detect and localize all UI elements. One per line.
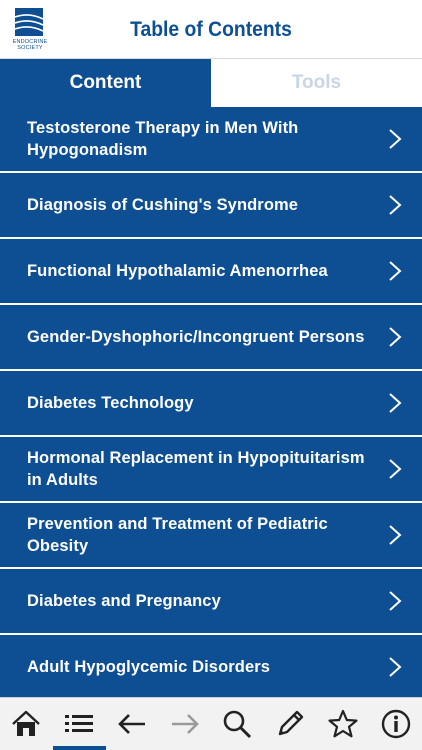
- list-item-label: Gender-Dyshophoric/Incongruent Persons: [27, 328, 365, 346]
- list-item-label: Functional Hypothalamic Amenorrhea: [27, 262, 328, 280]
- list-item-label: Hormonal Replacement in Hypopituitarism …: [27, 449, 365, 489]
- search-button[interactable]: [211, 698, 264, 750]
- info-icon: [381, 709, 410, 739]
- list-item[interactable]: Testosterone Therapy in Men With Hypogon…: [0, 107, 422, 173]
- search-icon: [224, 710, 252, 739]
- list-item-label: Prevention and Treatment of Pediatric Ob…: [27, 515, 328, 555]
- star-icon: [328, 709, 358, 738]
- list-item-label: Testosterone Therapy in Men With Hypogon…: [27, 119, 299, 159]
- chevron-right-icon: [389, 327, 402, 347]
- chevron-right-icon: [389, 591, 402, 611]
- favorites-button[interactable]: [317, 698, 370, 750]
- list-item[interactable]: Diabetes Technology: [0, 371, 422, 437]
- list-item-label: Adult Hypoglycemic Disorders: [27, 658, 271, 676]
- chevron-right-icon: [389, 459, 402, 479]
- list-item-label: Diagnosis of Cushing's Syndrome: [27, 196, 299, 214]
- chevron-right-icon: [389, 525, 402, 545]
- list-item-label: Diabetes and Pregnancy: [27, 592, 221, 610]
- list-item[interactable]: Diabetes and Pregnancy: [0, 569, 422, 635]
- list-item[interactable]: Hormonal Replacement in Hypopituitarism …: [0, 437, 422, 503]
- back-button[interactable]: [106, 698, 159, 750]
- chevron-right-icon: [389, 657, 402, 677]
- list-icon: [65, 715, 94, 732]
- list-item[interactable]: Adult Hypoglycemic Disorders: [0, 635, 422, 701]
- pencil-icon: [278, 710, 304, 736]
- list-item[interactable]: Functional Hypothalamic Amenorrhea: [0, 239, 422, 305]
- forward-button[interactable]: [158, 698, 211, 750]
- arrow-left-icon: [118, 714, 145, 734]
- app-window: ENDOCRINE SOCIETY Table of Contents Cont…: [0, 0, 422, 750]
- tab-content[interactable]: Content: [0, 59, 211, 107]
- tab-bar: Content Tools: [0, 59, 422, 107]
- chevron-right-icon: [389, 195, 402, 215]
- arrow-right-icon: [171, 714, 199, 734]
- tab-tools[interactable]: Tools: [211, 59, 422, 107]
- annotate-button[interactable]: [264, 698, 317, 750]
- list-item-label: Diabetes Technology: [27, 394, 194, 412]
- list-item[interactable]: Prevention and Treatment of Pediatric Ob…: [0, 503, 422, 569]
- chevron-right-icon: [389, 129, 402, 149]
- home-button[interactable]: [0, 698, 53, 750]
- page-title: Table of Contents: [130, 18, 292, 41]
- chevron-right-icon: [389, 393, 402, 413]
- contents-list-button[interactable]: [52, 698, 106, 750]
- list-item[interactable]: Gender-Dyshophoric/Incongruent Persons: [0, 305, 422, 371]
- info-button[interactable]: [369, 698, 422, 750]
- chevron-right-icon: [389, 261, 402, 281]
- list-item[interactable]: Diagnosis of Cushing's Syndrome: [0, 173, 422, 239]
- header-bar: ENDOCRINE SOCIETY Table of Contents: [0, 0, 422, 59]
- home-icon: [12, 710, 41, 736]
- content-list: Testosterone Therapy in Men With Hypogon…: [0, 107, 422, 701]
- bottom-toolbar: [0, 697, 422, 750]
